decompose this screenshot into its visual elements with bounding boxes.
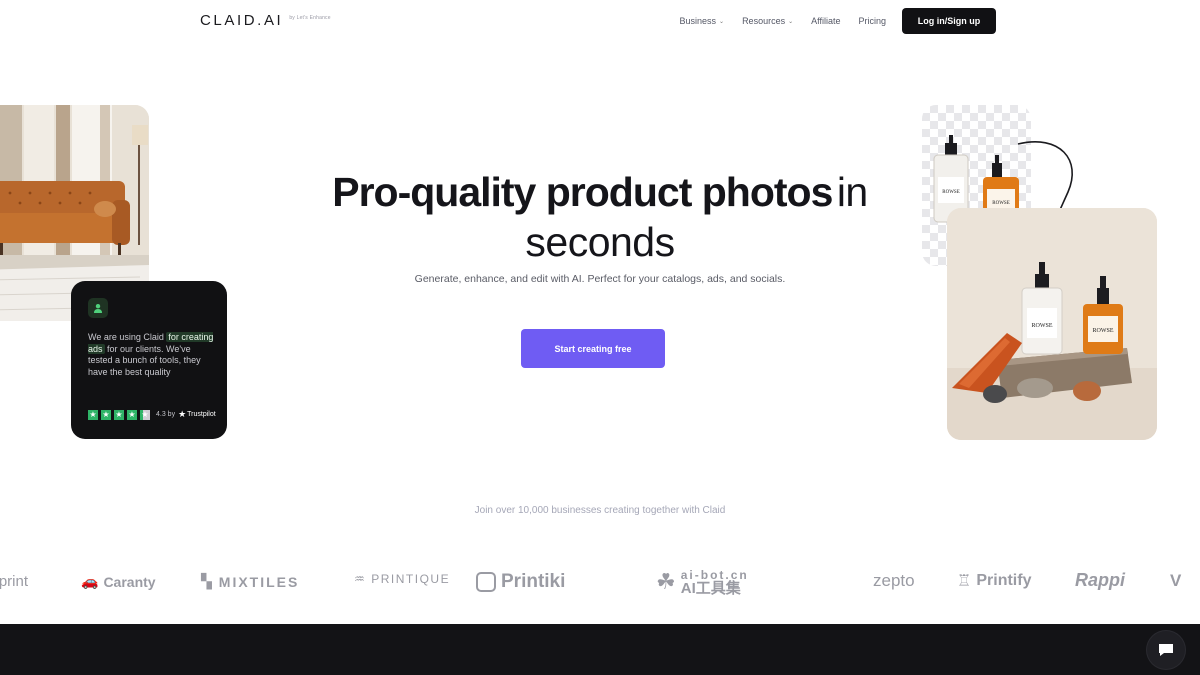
logo-text: CLAID.AI (200, 12, 284, 29)
testimonial-quote: We are using Claid for creating ads for … (88, 332, 214, 378)
brand-logo-vistaprint: vistaprint (0, 573, 29, 590)
chevron-down-icon: ⌄ (719, 18, 725, 25)
brand-logo-printify: ♖ Printify (957, 572, 1032, 590)
printify-icon: ♖ (957, 573, 972, 590)
nav-item-label: Affiliate (811, 16, 841, 26)
camera-icon (476, 572, 496, 592)
star-icon: ★ (127, 409, 137, 420)
nav-item-pricing[interactable]: Pricing (858, 16, 886, 26)
dark-section (0, 624, 1200, 675)
brand-logo-ai-bot: ☘ ai-bot.cn AI工具集 (656, 568, 749, 597)
nav-item-label: Business (679, 16, 717, 26)
product-scene-image: ROWSE ROWSE (947, 208, 1157, 440)
svg-text:ROWSE: ROWSE (992, 201, 1010, 206)
chat-button[interactable] (1147, 631, 1185, 669)
brand-logos-row: vistaprint 🚗 Caranty ▚ MIXTILES ♒ PRINTI… (0, 568, 1200, 598)
brand-logo-v: V (1170, 571, 1182, 590)
star-icon: ★ (140, 409, 150, 420)
brand-logo-caranty: 🚗 Caranty (81, 573, 156, 590)
brand-logo-rappi: Rappi (1075, 570, 1126, 590)
user-avatar-icon (88, 298, 108, 318)
start-creating-button[interactable]: Start creating free (521, 329, 665, 368)
ai-bot-icon: ☘ (656, 569, 676, 594)
brand-logo-zepto: zepto (873, 571, 915, 590)
svg-text:ROWSE: ROWSE (942, 190, 960, 195)
svg-text:ROWSE: ROWSE (1093, 328, 1114, 334)
brand-logo-printiki: Printiki (476, 571, 565, 593)
star-icon: ★ (88, 409, 98, 420)
brand-logo-printique: ♒ PRINTIQUE (354, 572, 451, 586)
social-proof-text: Join over 10,000 businesses creating tog… (474, 505, 726, 516)
trustpilot-rating: ★ ★ ★ ★ ★ 4.3 by ★ Trustpilot (88, 409, 216, 420)
quote-text: We are using Claid (88, 332, 164, 342)
chevron-down-icon: ⌄ (788, 18, 794, 25)
brand-logo-mixtiles: ▚ MIXTILES (201, 573, 300, 590)
chat-bubble-icon (1159, 644, 1173, 656)
trustpilot-star-icon: ★ (178, 409, 187, 419)
quote-text: for our clients. We've tested a bunch of… (88, 343, 201, 377)
star-icon: ★ (101, 409, 111, 420)
nav-item-affiliate[interactable]: Affiliate (811, 16, 840, 26)
trustpilot-logo: ★ Trustpilot (178, 409, 216, 419)
logo-subtitle: by Let's Enhance (289, 15, 331, 21)
top-nav: Business ⌄ Resources ⌄ Affiliate Pricing… (662, 8, 996, 34)
hero-title-light: seconds (525, 219, 675, 265)
rating-value: 4.3 by (156, 411, 176, 418)
tiles-icon: ▚ (201, 573, 214, 589)
nav-item-resources[interactable]: Resources ⌄ (742, 16, 793, 26)
hero-title-bold: Pro-quality product photos (332, 169, 833, 215)
star-icon: ★ (114, 409, 124, 420)
car-icon: 🚗 (81, 573, 99, 589)
logo[interactable]: CLAID.AI by Let's Enhance (200, 12, 331, 29)
nav-item-label: Pricing (858, 16, 886, 26)
svg-text:ROWSE: ROWSE (1032, 323, 1053, 329)
printique-icon: ♒ (354, 572, 367, 586)
hero-title-light: in (836, 169, 868, 215)
testimonial-card: We are using Claid for creating ads for … (71, 281, 227, 439)
nav-item-label: Resources (742, 16, 786, 26)
login-signup-button[interactable]: Log in/Sign up (902, 8, 996, 34)
nav-item-business[interactable]: Business ⌄ (680, 16, 725, 26)
